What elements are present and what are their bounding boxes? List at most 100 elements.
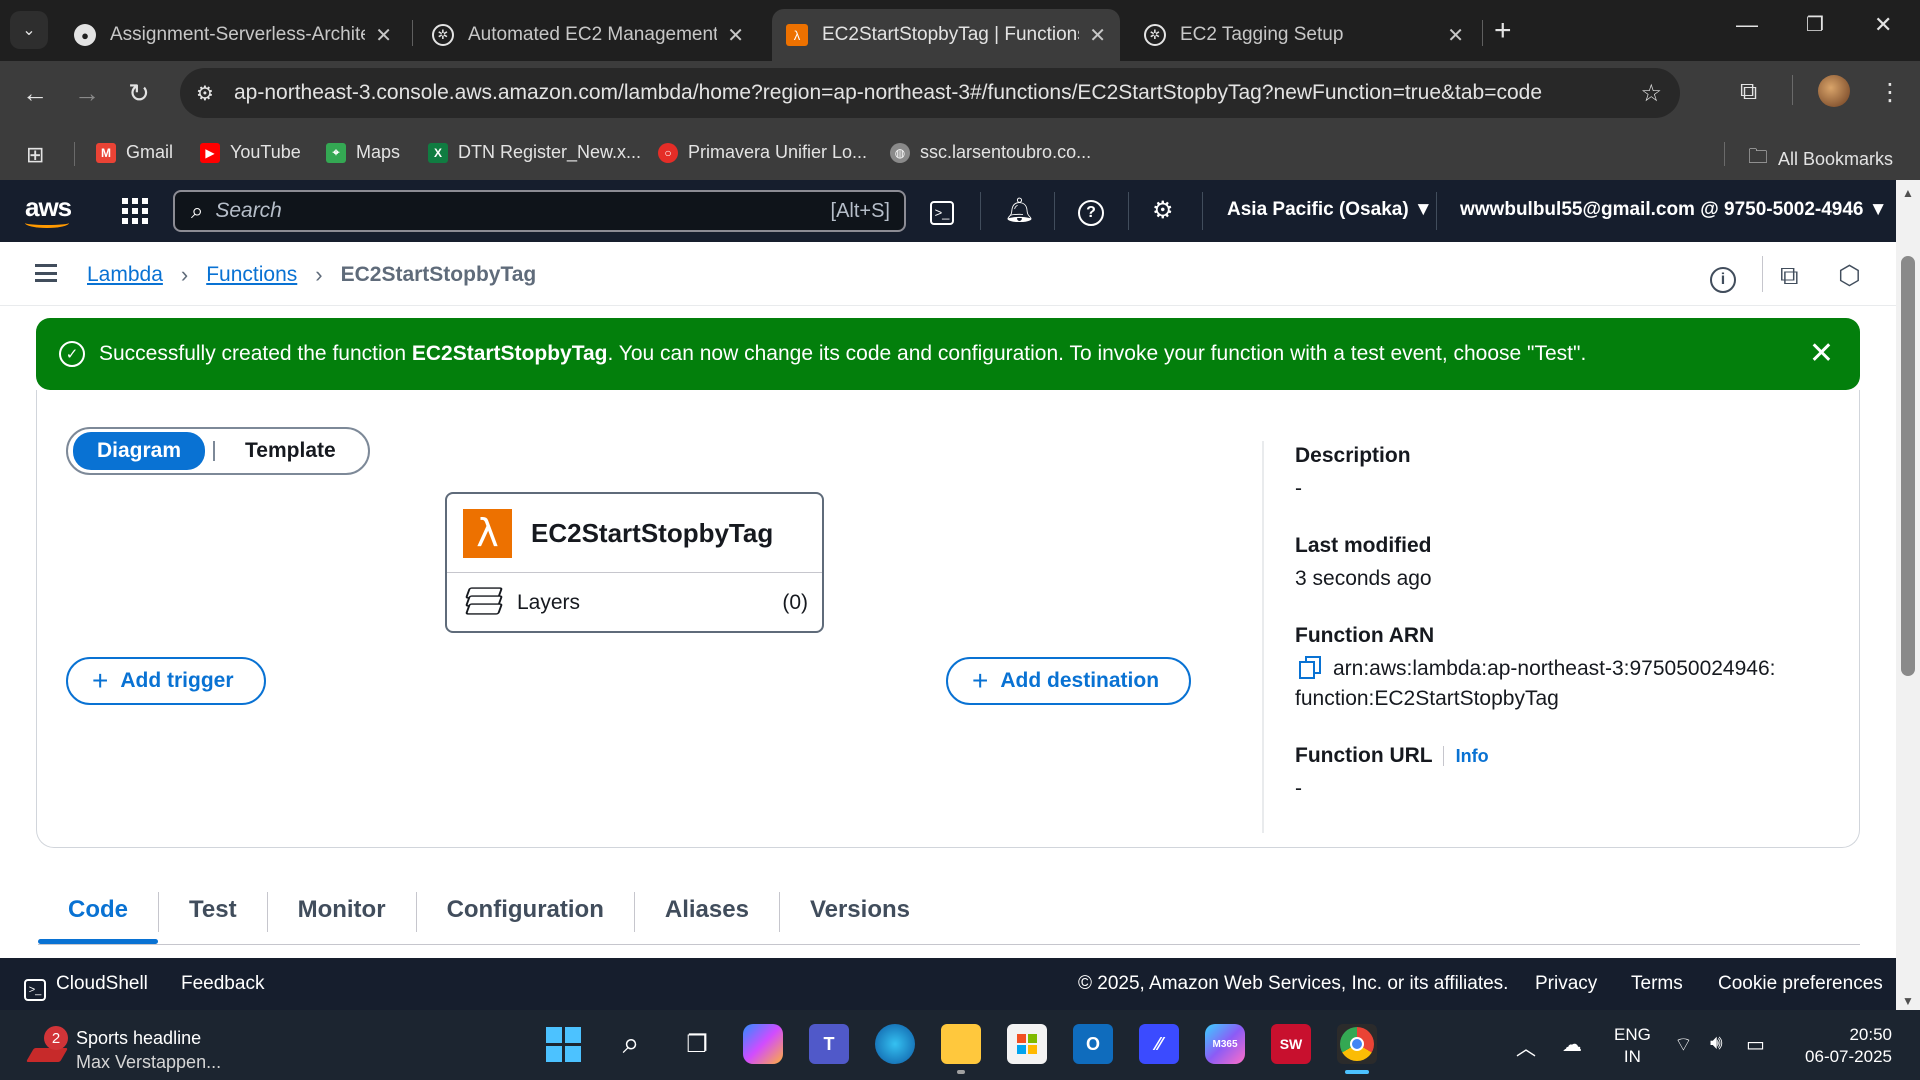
teams-icon[interactable]: T xyxy=(809,1024,849,1064)
input-language-indicator[interactable]: ENG IN xyxy=(1614,1024,1651,1068)
bookmark-maps[interactable]: ⌖ Maps xyxy=(326,142,400,163)
wifi-icon[interactable]: ⌔ xyxy=(1674,1032,1693,1057)
last-modified-value[interactable]: 3 seconds ago xyxy=(1295,567,1432,590)
tab-search-button[interactable]: ⌄ xyxy=(10,11,48,49)
microsoft-store-icon[interactable] xyxy=(1007,1024,1047,1064)
dismiss-flash-icon[interactable]: ✕ xyxy=(1809,336,1834,371)
flash-message: Successfully created the function EC2Sta… xyxy=(99,342,1587,365)
outlook-icon[interactable]: O xyxy=(1073,1024,1113,1064)
browser-toolbar: ← → ↻ ⚙ ap-northeast-3.console.aws.amazo… xyxy=(0,61,1920,128)
oracle-icon: ○ xyxy=(658,142,678,163)
terms-link[interactable]: Terms xyxy=(1631,973,1683,995)
battery-icon[interactable]: ▭ xyxy=(1746,1032,1765,1057)
menu-icon[interactable] xyxy=(35,264,57,282)
scroll-up-icon[interactable]: ▲ xyxy=(1902,186,1914,200)
bookmark-gmail[interactable]: M Gmail xyxy=(96,142,173,163)
tab-configuration[interactable]: Configuration xyxy=(417,882,634,944)
tab-versions[interactable]: Versions xyxy=(780,882,940,944)
function-arn-line2: function:EC2StartStopbyTag xyxy=(1295,687,1559,710)
restore-icon[interactable]: ❐ xyxy=(1806,12,1824,37)
services-grid-icon[interactable] xyxy=(122,198,148,224)
help-icon[interactable]: ? xyxy=(1078,196,1104,226)
microsoft-365-icon[interactable]: M365 xyxy=(1205,1024,1245,1064)
add-destination-button[interactable]: + Add destination xyxy=(946,657,1192,705)
volume-icon[interactable]: 🔊︎ xyxy=(1710,1032,1723,1055)
back-arrow-icon[interactable]: ← xyxy=(22,78,48,109)
cookie-preferences-link[interactable]: Cookie preferences xyxy=(1718,973,1883,995)
all-bookmarks-button[interactable]: 🗀 All Bookmarks xyxy=(1748,142,1893,176)
header-divider xyxy=(1054,192,1055,230)
bookmark-youtube[interactable]: ▶ YouTube xyxy=(200,142,301,163)
screen-share-icon[interactable]: ⧉ xyxy=(1780,260,1799,292)
file-explorer-icon[interactable] xyxy=(941,1024,981,1074)
browser-tab-1[interactable]: ● Assignment-Serverless-Architec ✕ xyxy=(60,9,406,61)
profile-avatar[interactable] xyxy=(1818,75,1850,107)
close-tab-icon[interactable]: ✕ xyxy=(1447,23,1464,48)
bookmark-dtn-register[interactable]: X DTN Register_New.x... xyxy=(428,142,641,163)
bookmark-star-icon[interactable]: ☆ xyxy=(1640,79,1662,108)
onedrive-cloud-icon[interactable]: ☁ xyxy=(1562,1032,1582,1057)
window-close-icon[interactable]: ✕ xyxy=(1874,12,1892,38)
aws-logo[interactable]: aws xyxy=(25,192,72,228)
function-name: EC2StartStopbyTag xyxy=(531,517,774,548)
address-bar[interactable]: ⚙ ap-northeast-3.console.aws.amazon.com/… xyxy=(180,68,1680,118)
system-clock[interactable]: 20:50 06-07-2025 xyxy=(1796,1024,1892,1068)
reload-icon[interactable]: ↻ xyxy=(128,78,150,109)
chrome-icon[interactable] xyxy=(1337,1024,1377,1074)
layers-row[interactable]: Layers (0) xyxy=(447,573,822,633)
folder-icon: 🗀 xyxy=(1748,146,1768,168)
info-icon[interactable]: i xyxy=(1710,260,1736,293)
function-url-info-link[interactable]: Info xyxy=(1442,746,1489,766)
minimize-icon[interactable]: — xyxy=(1736,12,1758,38)
copy-icon[interactable] xyxy=(1299,656,1321,679)
feedback-link[interactable]: Feedback xyxy=(181,973,264,995)
gear-icon[interactable]: ⚙ xyxy=(1152,196,1174,225)
tab-monitor[interactable]: Monitor xyxy=(268,882,416,944)
close-tab-icon[interactable]: ✕ xyxy=(727,23,744,48)
tab-test[interactable]: Test xyxy=(159,882,267,944)
browser-tab-4[interactable]: ✲ EC2 Tagging Setup ✕ xyxy=(1130,9,1478,61)
apps-grid-icon[interactable]: ⊞ xyxy=(26,142,44,168)
new-tab-button[interactable]: + xyxy=(1494,14,1512,48)
diagram-toggle[interactable]: Diagram xyxy=(73,432,206,470)
breadcrumb-lambda[interactable]: Lambda xyxy=(87,263,163,287)
tab-aliases[interactable]: Aliases xyxy=(635,882,779,944)
browser-tab-2[interactable]: ✲ Automated EC2 Management L ✕ xyxy=(418,9,758,61)
bell-icon[interactable]: 🔔︎ xyxy=(1004,196,1034,225)
search-icon[interactable]: ⌕ xyxy=(611,1024,651,1064)
power-automate-icon[interactable]: ⁄⁄ xyxy=(1139,1024,1179,1064)
aws-footer: >_ CloudShell Feedback © 2025, Amazon Web… xyxy=(0,958,1896,1010)
task-view-icon[interactable]: ❐ xyxy=(677,1024,717,1064)
close-tab-icon[interactable]: ✕ xyxy=(1089,23,1106,48)
kebab-menu-icon[interactable]: ⋮ xyxy=(1878,78,1902,107)
function-diagram-node[interactable]: λ EC2StartStopbyTag Layers (0) xyxy=(445,492,824,633)
edge-icon[interactable] xyxy=(875,1024,915,1064)
account-menu[interactable]: wwwbulbul55@gmail.com @ 9750-5002-4946 ▼ xyxy=(1460,199,1888,221)
scrollbar-thumb[interactable] xyxy=(1901,256,1915,676)
url-text[interactable]: ap-northeast-3.console.aws.amazon.com/la… xyxy=(234,81,1542,105)
template-toggle[interactable]: Template xyxy=(223,432,358,470)
privacy-link[interactable]: Privacy xyxy=(1535,973,1597,995)
scroll-down-icon[interactable]: ▼ xyxy=(1902,994,1914,1008)
windows-start-icon[interactable] xyxy=(543,1024,583,1064)
copilot-icon[interactable] xyxy=(743,1024,783,1064)
bookmark-ssc[interactable]: ◍ ssc.larsentoubro.co... xyxy=(890,142,1091,163)
region-selector[interactable]: Asia Pacific (Osaka) ▼ xyxy=(1227,199,1433,221)
tab-code[interactable]: Code xyxy=(38,882,158,944)
hexagon-settings-icon[interactable]: ⬡ xyxy=(1838,260,1861,291)
extensions-icon[interactable]: ⧉ xyxy=(1740,78,1757,106)
browser-tab-3-active[interactable]: λ EC2StartStopbyTag | Functions | ✕ xyxy=(772,9,1120,61)
site-info-icon[interactable]: ⚙ xyxy=(196,81,226,106)
tray-overflow-chevron-icon[interactable]: ︿ xyxy=(1516,1032,1536,1061)
breadcrumb-functions[interactable]: Functions xyxy=(206,263,297,287)
plus-icon: + xyxy=(972,665,989,696)
close-tab-icon[interactable]: ✕ xyxy=(375,23,392,48)
aws-search-input[interactable]: ⌕ Search [Alt+S] xyxy=(173,190,906,232)
bookmark-primavera[interactable]: ○ Primavera Unifier Lo... xyxy=(658,142,867,163)
forward-arrow-icon[interactable]: → xyxy=(74,78,100,109)
add-trigger-button[interactable]: + Add trigger xyxy=(66,657,266,705)
cloudshell-icon[interactable]: >_ xyxy=(930,196,954,225)
solidworks-icon[interactable]: SW xyxy=(1271,1024,1311,1064)
page-scrollbar[interactable]: ▲ ▼ xyxy=(1896,180,1920,1010)
cloudshell-button[interactable]: >_ CloudShell xyxy=(24,973,148,1001)
